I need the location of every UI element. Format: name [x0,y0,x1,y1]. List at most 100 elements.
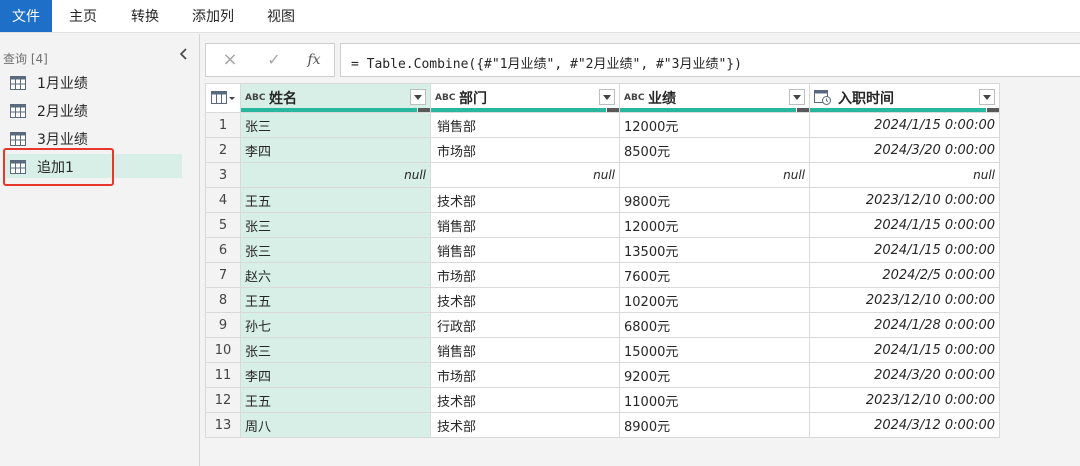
cell-name[interactable]: 王五 [240,287,431,313]
cell-dept[interactable]: 技术部 [430,412,620,438]
column-name: 业绩 [648,91,676,107]
collapse-pane-icon[interactable] [176,46,192,62]
cell-performance[interactable]: 10200元 [619,287,810,313]
grid-body: 1 张三 销售部 12000元 2024/1/15 0:00:00 2 李四 市场部 8500元… [205,112,1000,438]
filter-dropdown-icon[interactable] [410,89,426,105]
cell-name[interactable]: 周八 [240,412,431,438]
cell-hire-date[interactable]: 2024/1/15 0:00:00 [809,237,1000,263]
query-label: 2月业绩 [37,104,88,120]
row-number[interactable]: 1 [205,112,241,138]
row-number[interactable]: 7 [205,262,241,288]
row-number[interactable]: 10 [205,337,241,363]
cell-dept[interactable]: null [430,162,620,188]
cell-dept[interactable]: 市场部 [430,262,620,288]
text-type-icon[interactable]: ABC [245,93,267,103]
cell-performance[interactable]: 12000元 [619,212,810,238]
fx-icon[interactable]: fx [300,44,328,76]
column-quality-bar [241,108,430,112]
cell-name[interactable]: 赵六 [240,262,431,288]
column-quality-bar [620,108,809,112]
tab-file[interactable]: 文件 [0,0,52,32]
column-quality-bar [431,108,619,112]
table-menu-icon[interactable] [205,83,241,113]
cell-hire-date[interactable]: 2024/2/5 0:00:00 [809,262,1000,288]
tab-transform[interactable]: 转换 [131,0,159,32]
cell-dept[interactable]: 技术部 [430,287,620,313]
cell-performance[interactable]: 9200元 [619,362,810,388]
cell-dept[interactable]: 技术部 [430,187,620,213]
cell-performance[interactable]: 9800元 [619,187,810,213]
cell-dept[interactable]: 市场部 [430,137,620,163]
cell-performance[interactable]: 11000元 [619,387,810,413]
tab-home[interactable]: 主页 [69,0,97,32]
query-item-3[interactable]: 3月业绩 [4,126,182,150]
cell-name[interactable]: 李四 [240,362,431,388]
table-icon [10,103,26,122]
cell-performance[interactable]: 8500元 [619,137,810,163]
cell-hire-date[interactable]: 2024/1/28 0:00:00 [809,312,1000,338]
cell-name[interactable]: 孙七 [240,312,431,338]
cell-hire-date[interactable]: null [809,162,1000,188]
data-grid: ABC 姓名 ABC 部门 ABC 业绩 入职时间 1张三 销售部 12000元… [205,83,1000,438]
query-item-2[interactable]: 2月业绩 [4,98,182,122]
cell-hire-date[interactable]: 2024/3/20 0:00:00 [809,362,1000,388]
row-number[interactable]: 13 [205,412,241,438]
query-item-1[interactable]: 1月业绩 [4,70,182,94]
column-header-performance[interactable]: ABC 业绩 [619,83,810,113]
cell-hire-date[interactable]: 2024/3/20 0:00:00 [809,137,1000,163]
text-type-icon[interactable]: ABC [435,93,457,103]
formula-buttons: × ✓ fx [205,43,335,77]
cell-performance[interactable]: 8900元 [619,412,810,438]
filter-dropdown-icon[interactable] [599,89,615,105]
cell-dept[interactable]: 市场部 [430,362,620,388]
row-number[interactable]: 6 [205,237,241,263]
row-number[interactable]: 11 [205,362,241,388]
cell-dept[interactable]: 销售部 [430,237,620,263]
tab-add-column[interactable]: 添加列 [192,0,234,32]
cell-name[interactable]: 王五 [240,387,431,413]
row-number[interactable]: 4 [205,187,241,213]
cell-performance[interactable]: 12000元 [619,112,810,138]
cell-name[interactable]: 王五 [240,187,431,213]
cell-name[interactable]: null [240,162,431,188]
cell-hire-date[interactable]: 2024/3/12 0:00:00 [809,412,1000,438]
cell-name[interactable]: 张三 [240,337,431,363]
cell-hire-date[interactable]: 2024/1/15 0:00:00 [809,337,1000,363]
text-type-icon[interactable]: ABC [624,93,646,103]
cancel-icon[interactable]: × [214,44,246,76]
cell-name[interactable]: 张三 [240,112,431,138]
date-time-icon[interactable] [814,89,836,108]
confirm-icon[interactable]: ✓ [258,44,290,76]
cell-hire-date[interactable]: 2023/12/10 0:00:00 [809,187,1000,213]
tab-view[interactable]: 视图 [267,0,295,32]
row-number[interactable]: 3 [205,162,241,188]
cell-dept[interactable]: 技术部 [430,387,620,413]
cell-hire-date[interactable]: 2023/12/10 0:00:00 [809,387,1000,413]
cell-performance[interactable]: 6800元 [619,312,810,338]
cell-performance[interactable]: 15000元 [619,337,810,363]
cell-name[interactable]: 李四 [240,137,431,163]
cell-name[interactable]: 张三 [240,237,431,263]
row-number[interactable]: 2 [205,137,241,163]
column-header-name[interactable]: ABC 姓名 [240,83,431,113]
cell-performance[interactable]: 13500元 [619,237,810,263]
filter-dropdown-icon[interactable] [789,89,805,105]
row-number[interactable]: 12 [205,387,241,413]
row-number[interactable]: 9 [205,312,241,338]
cell-dept[interactable]: 销售部 [430,337,620,363]
cell-hire-date[interactable]: 2024/1/15 0:00:00 [809,112,1000,138]
cell-performance[interactable]: 7600元 [619,262,810,288]
cell-dept[interactable]: 行政部 [430,312,620,338]
filter-dropdown-icon[interactable] [979,89,995,105]
formula-input[interactable]: = Table.Combine({#"1月业绩", #"2月业绩", #"3月业… [340,43,1080,77]
column-header-hire-date[interactable]: 入职时间 [809,83,1000,113]
cell-dept[interactable]: 销售部 [430,112,620,138]
cell-hire-date[interactable]: 2024/1/15 0:00:00 [809,212,1000,238]
cell-dept[interactable]: 销售部 [430,212,620,238]
column-header-dept[interactable]: ABC 部门 [430,83,620,113]
cell-hire-date[interactable]: 2023/12/10 0:00:00 [809,287,1000,313]
row-number[interactable]: 5 [205,212,241,238]
cell-performance[interactable]: null [619,162,810,188]
cell-name[interactable]: 张三 [240,212,431,238]
row-number[interactable]: 8 [205,287,241,313]
